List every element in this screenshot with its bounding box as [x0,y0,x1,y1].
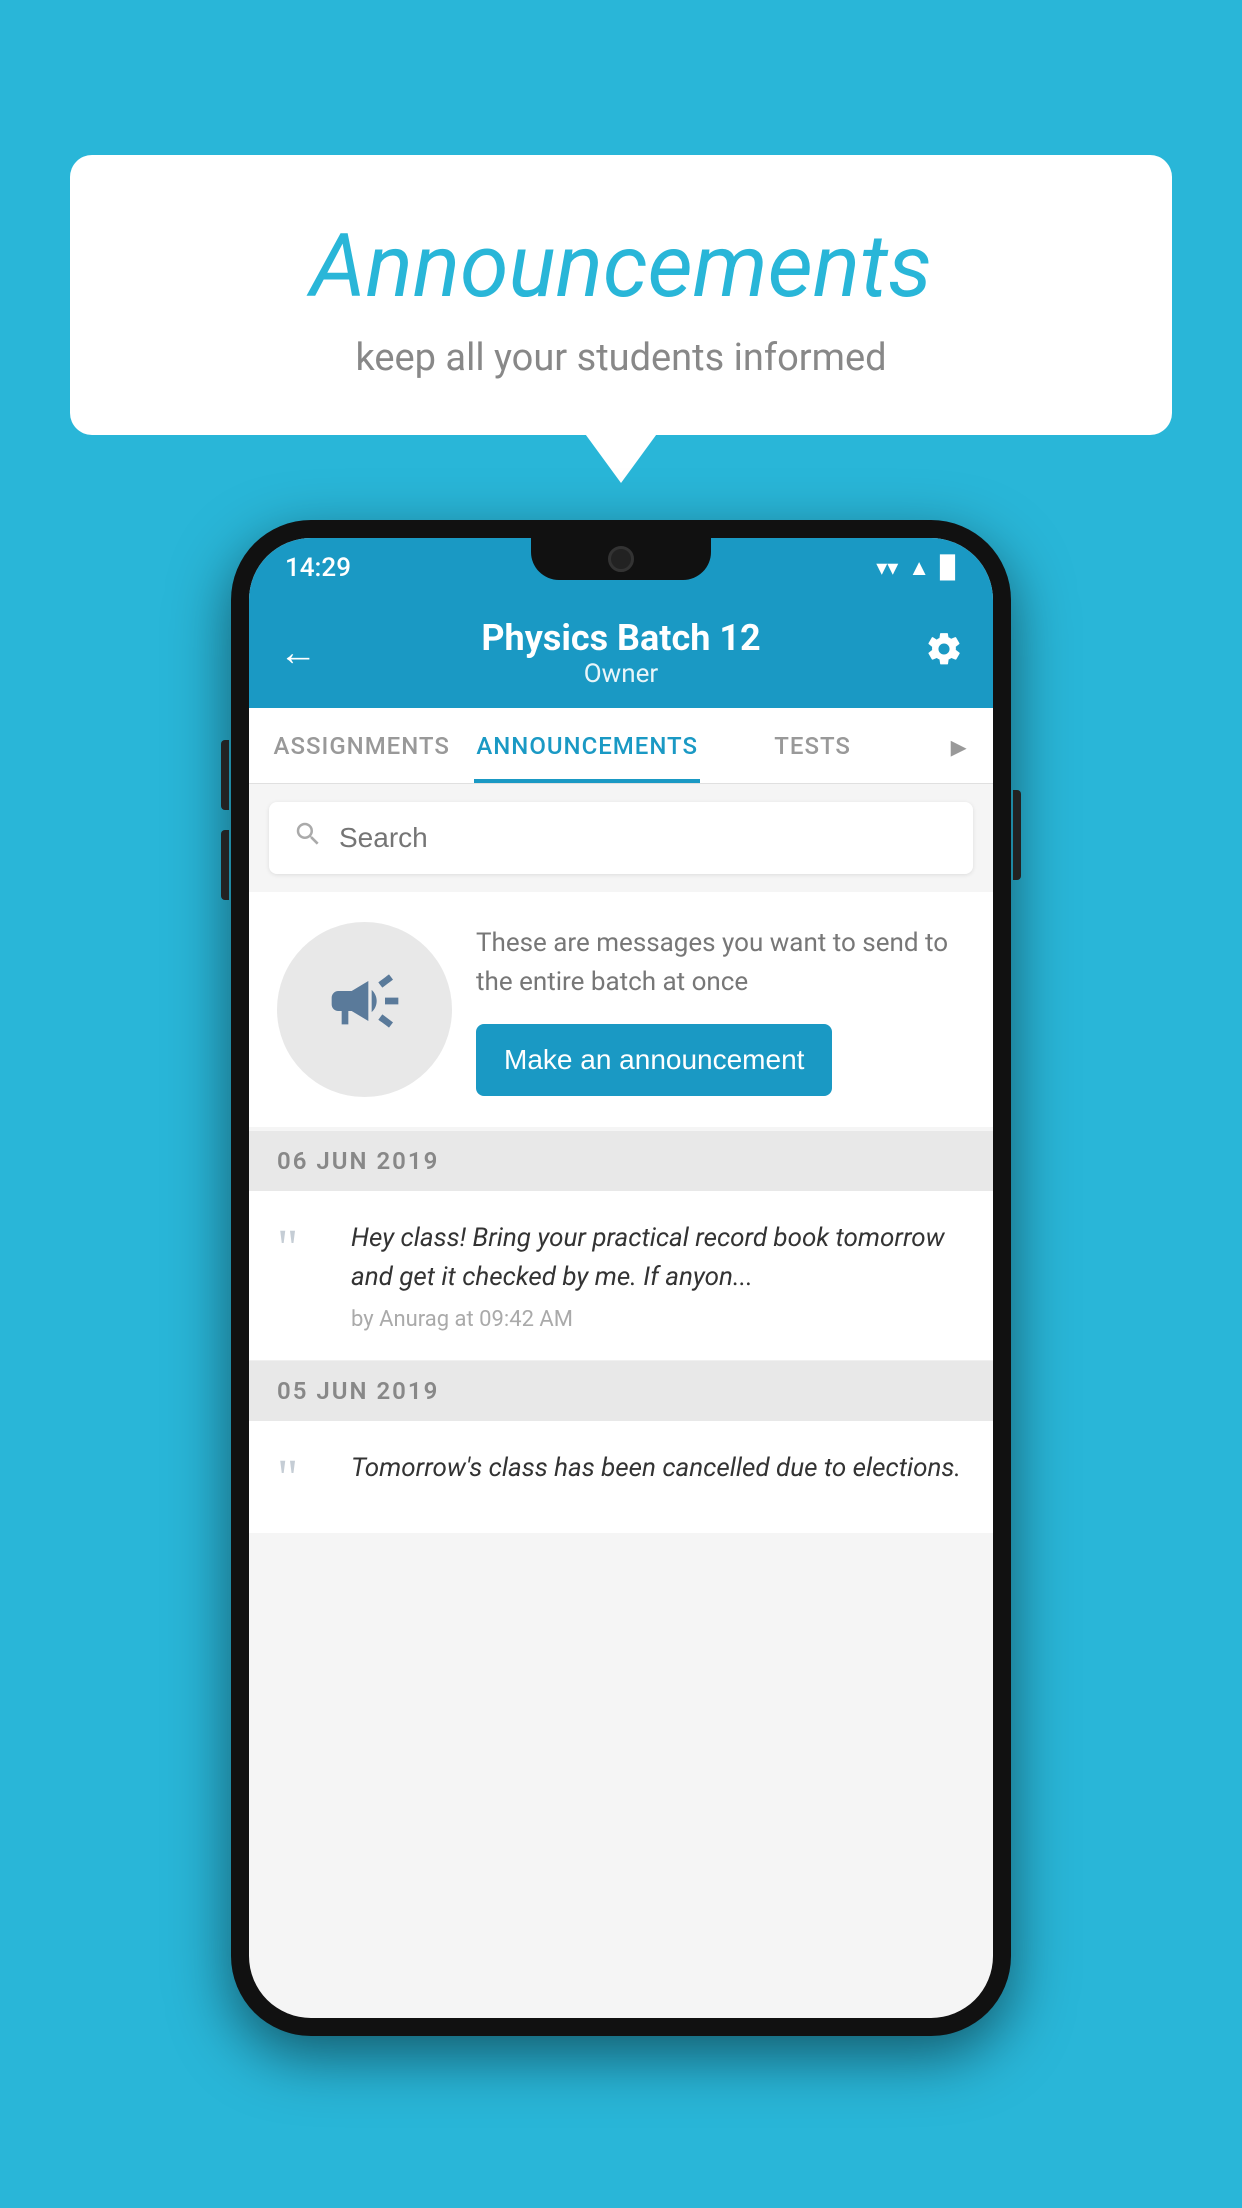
phone-camera [608,546,634,572]
back-button[interactable]: ← [279,631,317,675]
promo-icon-circle [277,922,452,1097]
announcements-title: Announcements [120,215,1122,318]
batch-role: Owner [481,659,760,689]
tab-more[interactable]: ▸ [925,708,993,783]
search-bar[interactable] [269,802,973,874]
announcement-content-1: Hey class! Bring your practical record b… [351,1219,965,1332]
phone-frame: 14:29 ▾▾ ▲ ▉ ← Physics Batch 12 Owner [231,520,1011,2036]
search-input[interactable] [339,822,949,854]
tab-tests[interactable]: TESTS [700,708,925,783]
tabs-bar: ASSIGNMENTS ANNOUNCEMENTS TESTS ▸ [249,708,993,784]
app-bar-title-section: Physics Batch 12 Owner [481,617,760,689]
announcement-text-1: Hey class! Bring your practical record b… [351,1219,965,1297]
phone-screen: 14:29 ▾▾ ▲ ▉ ← Physics Batch 12 Owner [249,538,993,2018]
announcement-text-2: Tomorrow's class has been cancelled due … [351,1449,965,1488]
tab-announcements[interactable]: ANNOUNCEMENTS [474,708,699,783]
tab-assignments[interactable]: ASSIGNMENTS [249,708,474,783]
date-separator-2: 05 JUN 2019 [249,1361,993,1421]
search-icon [293,819,323,857]
quote-icon-2: " [277,1453,329,1505]
screen-content: These are messages you want to send to t… [249,784,993,1533]
power-button [1013,790,1021,880]
status-time: 14:29 [285,553,351,583]
volume-up-button [221,740,229,810]
date-separator-1: 06 JUN 2019 [249,1131,993,1191]
announcements-subtitle: keep all your students informed [120,336,1122,380]
announcement-meta-1: by Anurag at 09:42 AM [351,1307,965,1332]
battery-icon: ▉ [940,556,957,581]
announcement-item-2[interactable]: " Tomorrow's class has been cancelled du… [249,1421,993,1533]
promo-text-section: These are messages you want to send to t… [476,924,965,1096]
make-announcement-button[interactable]: Make an announcement [476,1024,832,1096]
wifi-icon: ▾▾ [876,556,898,581]
signal-icon: ▲ [908,555,930,581]
batch-name: Physics Batch 12 [481,617,760,659]
announcement-content-2: Tomorrow's class has been cancelled due … [351,1449,965,1498]
megaphone-icon [325,961,405,1059]
speech-bubble: Announcements keep all your students inf… [70,155,1172,435]
phone-wrapper: 14:29 ▾▾ ▲ ▉ ← Physics Batch 12 Owner [231,520,1011,2036]
announcement-item-1[interactable]: " Hey class! Bring your practical record… [249,1191,993,1361]
quote-icon-1: " [277,1223,329,1275]
status-icons: ▾▾ ▲ ▉ [876,555,957,581]
app-bar: ← Physics Batch 12 Owner [249,598,993,708]
volume-down-button [221,830,229,900]
speech-bubble-wrapper: Announcements keep all your students inf… [70,155,1172,435]
promo-card: These are messages you want to send to t… [249,892,993,1127]
settings-button[interactable] [925,630,963,677]
promo-description: These are messages you want to send to t… [476,924,965,1002]
